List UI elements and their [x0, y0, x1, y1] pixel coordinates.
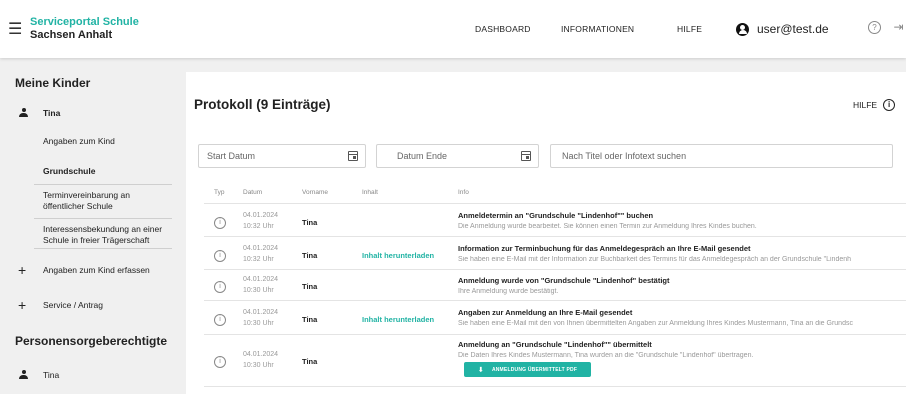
- row-info-subtitle: Sie haben eine E-Mail mit den von Ihnen …: [458, 320, 853, 327]
- section-meine-kinder: Meine Kinder: [15, 76, 91, 90]
- row-info-title: Angaben zur Anmeldung an Ihre E-Mail ges…: [458, 308, 633, 317]
- download-link[interactable]: Inhalt herunterladen: [362, 251, 434, 260]
- help-label: HILFE: [853, 100, 878, 110]
- row-vorname: Tina: [302, 251, 318, 260]
- hamburger-menu-icon[interactable]: ☰: [0, 19, 30, 39]
- divider: [204, 236, 906, 237]
- end-date-field[interactable]: [376, 144, 539, 168]
- row-vorname: Tina: [302, 357, 318, 366]
- divider: [204, 334, 906, 335]
- calendar-icon[interactable]: [348, 151, 358, 161]
- calendar-icon[interactable]: [521, 151, 531, 161]
- row-time: 10:30 Uhr: [243, 320, 274, 327]
- divider: [34, 248, 172, 249]
- page-title: Protokoll (9 Einträge): [194, 97, 331, 112]
- column-header-typ: Typ: [214, 189, 225, 196]
- row-date: 04.01.2024: [243, 245, 279, 252]
- row-time: 10:32 Uhr: [243, 223, 274, 230]
- row-info-subtitle: Sie haben eine E-Mail mit der Informatio…: [458, 256, 852, 263]
- info-icon: i: [214, 281, 226, 293]
- sidebar-item-interessensbekundung[interactable]: Interessensbekundung an einer Schule in …: [43, 224, 175, 246]
- row-info-title: Anmeldung an "Grundschule "Lindenhof"" ü…: [458, 340, 652, 349]
- download-link[interactable]: Inhalt herunterladen: [362, 315, 434, 324]
- brand-logo[interactable]: Serviceportal Schule Sachsen Anhalt: [30, 16, 139, 42]
- section-personensorgeberechtigte: Personensorgeberechtigte: [15, 334, 168, 348]
- row-time: 10:30 Uhr: [243, 362, 274, 369]
- start-date-field[interactable]: [198, 144, 366, 168]
- person-icon: [19, 370, 28, 380]
- divider: [204, 300, 906, 301]
- info-icon: i: [883, 99, 896, 111]
- pdf-button-label: ANMELDUNG ÜBERMITTELT PDF: [491, 366, 578, 373]
- column-header-info: Info: [458, 189, 469, 196]
- info-icon: i: [214, 356, 226, 368]
- download-pdf-button[interactable]: ⬇ ANMELDUNG ÜBERMITTELT PDF: [464, 362, 591, 377]
- divider: [204, 269, 906, 270]
- start-date-input[interactable]: [207, 151, 365, 161]
- account-circle-icon: [736, 22, 749, 36]
- sidebar: Meine Kinder Tina Angaben zum Kind Grund…: [0, 62, 178, 394]
- help-link[interactable]: HILFE i: [853, 99, 896, 111]
- row-info-title: Anmeldetermin an "Grundschule "Lindenhof…: [458, 211, 654, 220]
- divider: [34, 184, 172, 185]
- row-vorname: Tina: [302, 282, 318, 291]
- plus-icon: +: [18, 262, 27, 278]
- column-header-vorname: Vorname: [302, 189, 329, 196]
- row-info-title: Information zur Terminbuchung für das An…: [458, 244, 751, 253]
- sidebar-item-add-child[interactable]: Angaben zum Kind erfassen: [43, 265, 150, 276]
- divider: [34, 218, 172, 219]
- row-date: 04.01.2024: [243, 309, 279, 316]
- row-vorname: Tina: [302, 218, 318, 227]
- row-info-title: Anmeldung wurde von "Grundschule "Linden…: [458, 276, 670, 285]
- row-time: 10:30 Uhr: [243, 287, 274, 294]
- row-info-subtitle: Ihre Anmeldung wurde bestätigt.: [458, 288, 559, 295]
- end-date-input[interactable]: [385, 151, 538, 161]
- row-info-subtitle: Die Anmeldung wurde bearbeitet. Sie könn…: [458, 223, 757, 230]
- sidebar-item-child[interactable]: Tina: [43, 108, 60, 119]
- info-icon: i: [214, 217, 226, 229]
- nav-hilfe[interactable]: HILFE: [677, 0, 702, 58]
- brand-line2: Sachsen Anhalt: [30, 29, 113, 41]
- row-vorname: Tina: [302, 315, 318, 324]
- nav-dashboard[interactable]: DASHBOARD: [475, 0, 531, 58]
- info-icon: i: [214, 314, 226, 326]
- user-email: user@test.de: [757, 22, 829, 36]
- protokoll-card: Protokoll (9 Einträge) HILFE i Typ Datum…: [186, 72, 906, 394]
- nav-informationen[interactable]: INFORMATIONEN: [561, 0, 634, 58]
- user-menu[interactable]: user@test.de: [736, 0, 829, 58]
- brand-line1: Serviceportal Schule: [30, 16, 139, 28]
- divider: [204, 203, 906, 204]
- row-time: 10:32 Uhr: [243, 256, 274, 263]
- search-input[interactable]: [559, 151, 892, 161]
- search-field[interactable]: [550, 144, 893, 168]
- top-app-bar: ☰ Serviceportal Schule Sachsen Anhalt DA…: [0, 0, 906, 58]
- row-date: 04.01.2024: [243, 212, 279, 219]
- row-date: 04.01.2024: [243, 351, 279, 358]
- logout-icon[interactable]: ⇥: [892, 21, 905, 34]
- row-info-subtitle: Die Daten Ihres Kindes Mustermann, Tina …: [458, 352, 754, 359]
- sidebar-item-guardian[interactable]: Tina: [43, 370, 59, 381]
- column-header-datum: Datum: [243, 189, 263, 196]
- divider: [204, 386, 906, 387]
- person-icon: [19, 108, 28, 118]
- download-icon: ⬇: [477, 366, 484, 374]
- row-date: 04.01.2024: [243, 276, 279, 283]
- sidebar-item-service[interactable]: Service / Antrag: [43, 300, 103, 311]
- column-header-inhalt: Inhalt: [362, 189, 378, 196]
- plus-icon: +: [18, 297, 27, 313]
- sidebar-item-angaben[interactable]: Angaben zum Kind: [43, 136, 115, 147]
- sidebar-item-terminvereinbarung[interactable]: Terminvereinbarung an öffentlicher Schul…: [43, 190, 168, 212]
- sidebar-item-grundschule[interactable]: Grundschule: [43, 166, 95, 177]
- help-circle-icon[interactable]: ?: [868, 21, 881, 34]
- info-icon: i: [214, 250, 226, 262]
